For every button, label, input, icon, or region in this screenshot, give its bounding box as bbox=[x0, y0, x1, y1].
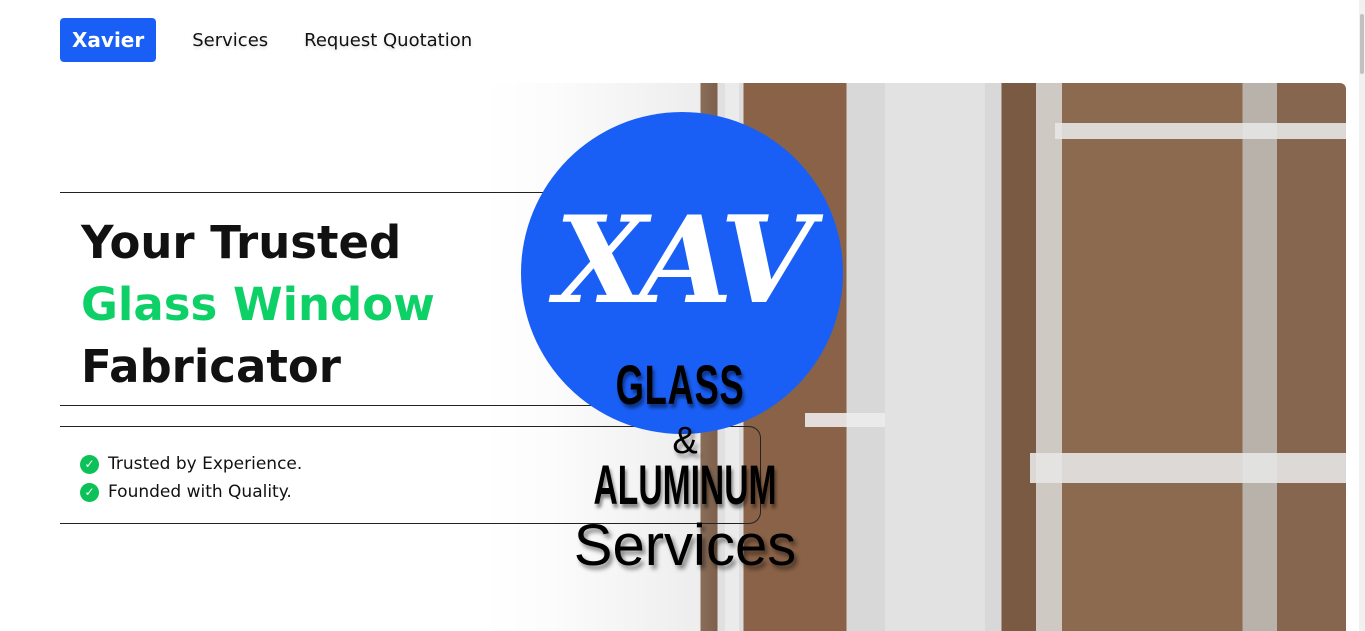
feature-item: ✓ Trusted by Experience. bbox=[80, 454, 302, 474]
check-circle-icon: ✓ bbox=[80, 482, 99, 502]
heading-highlight: Glass Window bbox=[81, 278, 435, 331]
top-nav: Xavier Services Request Quotation bbox=[60, 18, 472, 62]
divider-top bbox=[60, 192, 590, 193]
logo-monogram: XAV bbox=[554, 190, 813, 331]
logo-text-glass: GLASS bbox=[615, 353, 745, 416]
feature-item: ✓ Founded with Quality. bbox=[80, 482, 292, 502]
brand-logo-button[interactable]: Xavier bbox=[60, 18, 157, 62]
nav-link-request-quotation[interactable]: Request Quotation bbox=[304, 30, 472, 51]
feature-text: Trusted by Experience. bbox=[108, 454, 303, 474]
page-scrollbar[interactable] bbox=[1359, 0, 1365, 631]
feature-text: Founded with Quality. bbox=[108, 482, 292, 502]
divider-bottom bbox=[60, 405, 620, 406]
hero-heading: Your Trusted Glass Window Fabricator bbox=[81, 212, 435, 398]
heading-line-1: Your Trusted bbox=[81, 216, 402, 269]
check-circle-icon: ✓ bbox=[80, 454, 99, 474]
nav-link-services[interactable]: Services bbox=[192, 30, 268, 51]
heading-line-3: Fabricator bbox=[81, 340, 341, 393]
logo-text-aluminum: ALUMINUM bbox=[593, 453, 777, 516]
logo-text-services: Services bbox=[573, 513, 797, 578]
